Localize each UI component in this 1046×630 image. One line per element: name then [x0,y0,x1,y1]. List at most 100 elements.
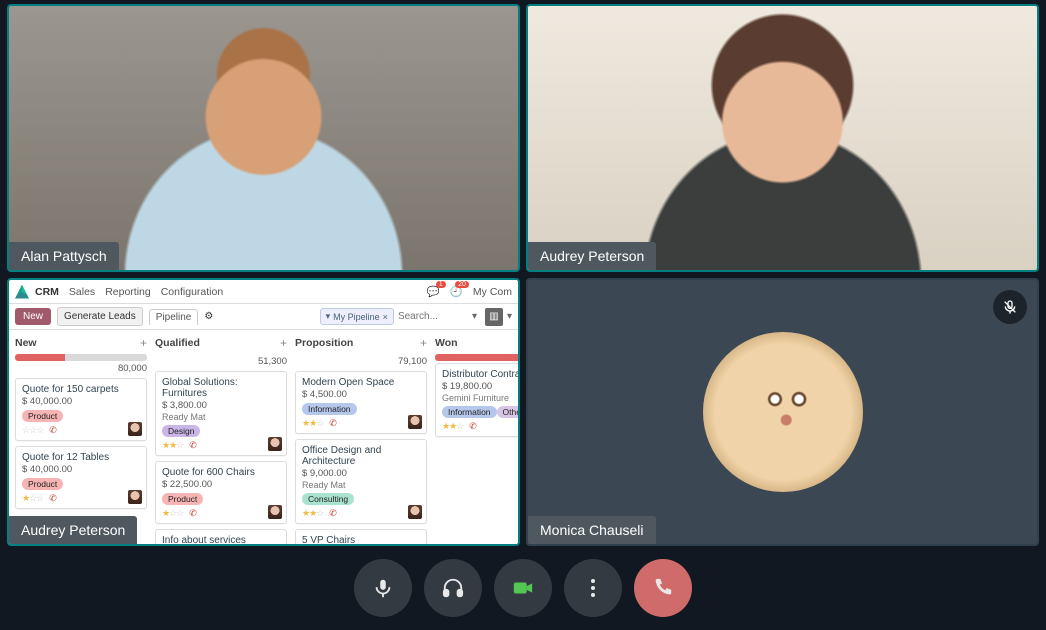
card-amount: $ 40,000.00 [22,396,140,407]
participant-name: Alan Pattysch [9,242,119,270]
avatar [703,332,863,492]
phone-icon[interactable]: ✆ [469,421,477,432]
kanban-board: New+80,000Quote for 150 carpets$ 40,000.… [9,330,518,544]
card-subtitle: Ready Mat [302,480,420,490]
card-priority-stars[interactable]: ★★☆ [302,418,323,429]
card-tag: Product [22,478,63,490]
card-tag: Product [162,493,203,505]
kanban-column: Proposition+79,100Modern Open Space$ 4,5… [295,336,427,538]
card-owner-avatar [268,437,282,451]
card-tag: Information [302,403,357,415]
kanban-card[interactable]: Quote for 12 Tables$ 40,000.00 Product ★☆☆… [15,446,147,509]
kanban-card[interactable]: Distributor Contract$ 19,800.00Gemini Fu… [435,363,518,437]
menu-sales[interactable]: Sales [69,286,95,298]
activities-icon[interactable]: 🕘20 [450,285,463,298]
kanban-column: Qualified +51,300 Global Solutions: Furnit… [155,336,287,538]
shared-screen-crm: CRM Sales Reporting Configuration 💬1 🕘20… [9,280,518,544]
participant-tile-alan[interactable]: Alan Pattysch [7,4,520,272]
card-amount: $ 3,800.00 [162,400,280,411]
card-title: Distributor Contract [442,369,518,380]
muted-indicator-icon [993,290,1027,324]
card-priority-stars[interactable]: ★★☆ [442,421,463,432]
card-priority-stars[interactable]: ★☆☆ [22,493,43,504]
card-owner-avatar [408,505,422,519]
kanban-card[interactable]: 5 VP Chairs$ 5,600.00Azure InteriorServi… [295,529,427,544]
kanban-card[interactable]: Quote for 600 Chairs$ 22,500.00 Product ★☆… [155,461,287,524]
crm-brand: CRM [35,286,59,298]
card-title: Global Solutions: Furnitures [162,377,280,399]
kanban-card[interactable]: Info about services$ 25,000.00Deco Addic… [155,529,287,544]
add-card-button[interactable]: + [420,336,427,350]
card-priority-stars[interactable]: ★★☆ [162,440,183,451]
card-priority-stars[interactable]: ★☆☆ [162,508,183,519]
column-title: Won [435,337,458,349]
card-tag: Information [442,406,497,418]
phone-icon[interactable]: ✆ [49,425,57,436]
participant-tile-monica[interactable]: Monica Chauseli [526,278,1039,546]
crm-toolbar: New Generate Leads Pipeline ⚙ ▾ My Pipel… [9,304,518,330]
crm-logo-icon [15,285,29,299]
add-card-button[interactable]: + [280,336,287,350]
gear-icon[interactable]: ⚙ [204,311,213,322]
phone-icon[interactable]: ✆ [189,440,197,451]
menu-configuration[interactable]: Configuration [161,286,223,298]
add-card-button[interactable]: + [140,336,147,350]
generate-leads-button[interactable]: Generate Leads [57,307,143,326]
card-owner-avatar [268,505,282,519]
card-amount: $ 4,500.00 [302,389,420,400]
card-tag: Consulting [302,493,354,505]
card-title: Info about services [162,535,280,544]
camera-button[interactable] [494,559,552,617]
column-title: Proposition [295,337,353,349]
column-total: 80,000 [15,363,147,374]
participant-tile-screenshare[interactable]: CRM Sales Reporting Configuration 💬1 🕘20… [7,278,520,546]
card-priority-stars[interactable]: ★★☆ [302,508,323,519]
card-amount: $ 40,000.00 [22,464,140,475]
card-amount: $ 22,500.00 [162,479,280,490]
kanban-column: New+80,000Quote for 150 carpets$ 40,000.… [15,336,147,538]
card-title: Quote for 600 Chairs [162,467,280,478]
column-title: Qualified [155,337,200,349]
view-caret-icon[interactable]: ▾ [507,311,512,322]
card-owner-avatar [128,490,142,504]
breadcrumb[interactable]: Pipeline [149,309,199,325]
phone-icon[interactable]: ✆ [189,508,197,519]
new-button[interactable]: New [15,308,51,325]
phone-icon[interactable]: ✆ [329,418,337,429]
card-title: Quote for 12 Tables [22,452,140,463]
card-amount: $ 19,800.00 [442,381,518,392]
kanban-view-button[interactable]: ▥ [485,308,503,326]
phone-icon[interactable]: ✆ [49,493,57,504]
audio-output-button[interactable] [424,559,482,617]
mute-button[interactable] [354,559,412,617]
filter-chip[interactable]: ▾ My Pipeline × [320,308,394,325]
column-progress [435,354,518,361]
card-title: 5 VP Chairs [302,535,420,544]
search-caret-icon[interactable]: ▾ [472,311,477,322]
participant-tile-audrey-camera[interactable]: Audrey Peterson [526,4,1039,272]
user-menu[interactable]: My Com [473,286,512,298]
kanban-card[interactable]: Office Design and Architecture$ 9,000.00… [295,439,427,524]
column-total: 51,300 [155,356,287,367]
kanban-card[interactable]: Modern Open Space$ 4,500.00Information★★… [295,371,427,434]
messages-icon[interactable]: 💬1 [427,285,440,298]
menu-reporting[interactable]: Reporting [105,286,151,298]
participant-name: Audrey Peterson [9,516,137,544]
card-owner-avatar [128,422,142,436]
phone-icon[interactable]: ✆ [329,508,337,519]
kanban-card[interactable]: Global Solutions: Furnitures$ 3,800.00Re… [155,371,287,456]
card-amount: $ 9,000.00 [302,468,420,479]
participant-name: Monica Chauseli [528,516,656,544]
filter-icon: ▾ [326,311,331,322]
call-controls [0,556,1046,620]
card-tag: Product [22,410,63,422]
crm-topbar: CRM Sales Reporting Configuration 💬1 🕘20… [9,280,518,304]
chip-remove-icon[interactable]: × [383,312,388,322]
search-input[interactable] [398,311,468,322]
more-options-button[interactable] [564,559,622,617]
kanban-card[interactable]: Quote for 150 carpets$ 40,000.00Product☆… [15,378,147,441]
card-tag: Design [162,425,200,437]
card-priority-stars[interactable]: ☆☆☆ [22,425,43,436]
hangup-button[interactable] [634,559,692,617]
card-tag: Other [497,406,518,418]
